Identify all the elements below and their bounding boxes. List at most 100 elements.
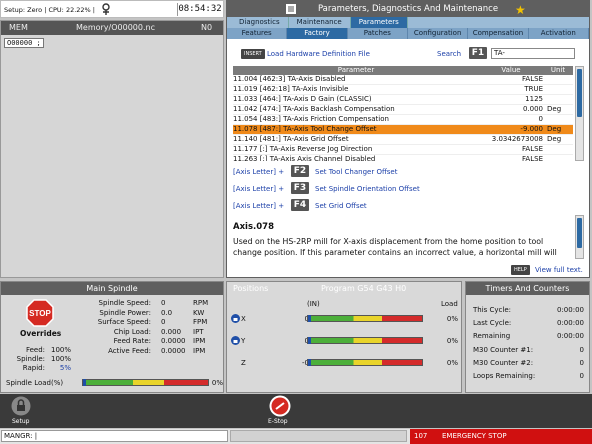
param-name-cell: 11.004 [462:3] TA-Axis Disabled — [233, 75, 479, 85]
f1-key[interactable]: F1 — [469, 47, 487, 59]
override-value: 100% — [50, 355, 71, 363]
param-unit-cell: Deg — [543, 124, 573, 135]
param-name-cell: 11.078 [487:] TA-Axis Tool Change Offset — [233, 124, 479, 135]
table-row[interactable]: 11.042 [474:] TA-Axis Backlash Compensat… — [233, 104, 573, 115]
table-row[interactable]: 11.140 [481:] TA-Axis Grid Offset 3.03426… — [233, 134, 573, 145]
table-row[interactable]: 11.033 [464:] TA-Axis D Gain (CLASSIC) 11… — [233, 94, 573, 105]
table-row[interactable]: 11.078 [487:] TA-Axis Tool Change Offset… — [233, 124, 573, 135]
parameters-title-bar: Parameters, Diagnostics And Maintenance … — [227, 1, 589, 17]
spindle-stat-label: Spindle Speed: — [98, 299, 152, 307]
table-row[interactable]: 11.004 [462:3] TA-Axis Disabled FALSE — [233, 75, 573, 85]
subtab-features[interactable]: Features — [227, 28, 288, 39]
table-row[interactable]: 11.177 [:] TA-Axis Reverse Jog Direction… — [233, 144, 573, 155]
axis-lock-icon[interactable] — [231, 336, 240, 347]
table-row[interactable]: 11.054 [483:] TA-Axis Friction Compensat… — [233, 114, 573, 125]
command-input[interactable]: MANGR: | — [1, 430, 228, 442]
menu-icon[interactable] — [286, 4, 296, 20]
timer-label: Remaining — [473, 332, 511, 341]
f2-key[interactable]: F2 — [291, 165, 309, 177]
setup-status: Setup: Zero | CPU: 22.22% | — [4, 6, 95, 14]
search-label: Search — [437, 50, 462, 58]
param-unit-cell — [543, 94, 573, 105]
axis-label: Z — [241, 359, 246, 367]
param-unit-cell — [543, 75, 573, 85]
f4-key[interactable]: F4 — [291, 199, 309, 211]
f3-key[interactable]: F3 — [291, 182, 309, 194]
timer-label: Last Cycle: — [473, 319, 512, 328]
help-box: Axis.078 Used on the HS-2RP mill for X-a… — [233, 222, 571, 262]
tab-maintenance[interactable]: Maintenance — [289, 17, 351, 28]
main-spindle-panel: Main Spindle STOP Overrides Feed: 100% Sp… — [0, 281, 224, 393]
axis-load-value: 0% — [446, 359, 458, 367]
program-line[interactable]: O00000 ; — [4, 38, 44, 48]
subtab-configuration[interactable]: Configuration — [408, 28, 469, 39]
subtab-patches[interactable]: Patches — [348, 28, 408, 39]
spindle-stat-unit: FPM — [193, 318, 208, 326]
timer-value: 0:00:00 — [557, 319, 584, 328]
estop-icon[interactable] — [269, 395, 291, 419]
col-unit: Unit — [543, 66, 573, 75]
param-name-cell: 11.140 [481:] TA-Axis Grid Offset — [233, 134, 479, 145]
spindle-stat-label: Surface Speed: — [97, 318, 151, 326]
timer-value: 0 — [579, 372, 584, 380]
axis-lock-icon[interactable] — [231, 314, 240, 325]
line-number: N0 — [201, 23, 213, 32]
tab-diagnostics[interactable]: Diagnostics — [231, 17, 289, 28]
subtab-activation[interactable]: Activation — [529, 28, 589, 39]
spindle-stat-label: Active Feed: — [108, 346, 151, 355]
help-key[interactable]: HELP — [511, 265, 530, 275]
axis-load-value: 0% — [446, 337, 458, 345]
param-name-cell: 11.019 [462:18] TA-Axis Invisible — [233, 84, 479, 95]
table-row[interactable]: 11.263 [:] TA-Axis Axis Channel Disabled… — [233, 154, 573, 161]
tab-parameters[interactable]: Parameters — [350, 17, 408, 28]
spindle-stat-value: 0 — [161, 299, 166, 307]
spindle-stat-label: Spindle Power: — [99, 308, 151, 317]
override-label: Feed: — [25, 346, 45, 354]
spindle-stat-value: 0.0 — [161, 308, 173, 317]
timer-label: This Cycle: — [473, 306, 512, 314]
positions-panel: Positions Program G54 G43 H0 (IN) Load X… — [226, 281, 462, 393]
override-value: 100% — [50, 346, 71, 354]
program-header: MEM Memory/O00000.nc N0 — [1, 21, 223, 35]
subtab-compensation[interactable]: Compensation — [468, 28, 529, 39]
help-scrollbar[interactable] — [575, 215, 584, 259]
param-unit-cell — [543, 114, 573, 125]
parameters-panel: Parameters, Diagnostics And Maintenance … — [226, 0, 590, 278]
view-full-text-link[interactable]: View full text. — [535, 266, 583, 274]
param-name-cell: 11.263 [:] TA-Axis Axis Channel Disabled — [233, 154, 479, 161]
override-label: Spindle: — [16, 355, 45, 363]
param-value-cell: TRUE — [479, 84, 543, 95]
timer-label: M30 Counter #2: — [473, 358, 534, 367]
insert-key[interactable]: INSERT — [241, 49, 265, 59]
load-header: Load — [441, 300, 458, 308]
spindle-stat-label: Feed Rate: — [113, 337, 151, 345]
stop-icon: STOP — [26, 299, 54, 329]
param-unit-cell — [543, 144, 573, 155]
shortcut-list: [Axis Letter] + F2 Set Tool Changer Offs… — [233, 165, 420, 211]
favorite-star-icon[interactable]: ★ — [515, 2, 526, 18]
subtab-factory[interactable]: Factory — [287, 28, 348, 39]
timer-value: 0 — [579, 358, 584, 367]
spindle-stat-value: 0.0000 — [161, 346, 186, 355]
spindle-stat-unit: IPM — [193, 337, 206, 345]
param-unit-cell — [543, 84, 573, 95]
axis-load-gauge — [307, 337, 423, 344]
main-tabs: Diagnostics Maintenance Parameters — [227, 17, 589, 28]
param-value-cell: 0 — [479, 114, 543, 125]
table-row[interactable]: 11.019 [462:18] TA-Axis Invisible TRUE — [233, 84, 573, 95]
search-input[interactable]: TA- — [491, 48, 575, 59]
spindle-stat-unit: RPM — [193, 299, 209, 307]
timer-value: 0:00:00 — [557, 332, 584, 341]
alarm-code: 107 — [414, 432, 428, 440]
param-value-cell: FALSE — [479, 154, 543, 161]
setup-lock-icon[interactable] — [11, 396, 31, 418]
unit-header: (IN) — [307, 300, 320, 308]
axis-load-value: 0% — [446, 315, 458, 323]
load-definition-link[interactable]: Load Hardware Definition File — [267, 50, 370, 58]
param-name-cell: 11.042 [474:] TA-Axis Backlash Compensat… — [233, 104, 479, 115]
col-value: Value — [479, 66, 543, 75]
status-bar: Setup: Zero | CPU: 22.22% | 08:54:32 — [0, 0, 224, 18]
table-scrollbar[interactable] — [575, 66, 584, 161]
spindle-stat-value: 0 — [161, 318, 166, 326]
alarm-banner[interactable]: 107 EMERGENCY STOP — [410, 429, 592, 444]
